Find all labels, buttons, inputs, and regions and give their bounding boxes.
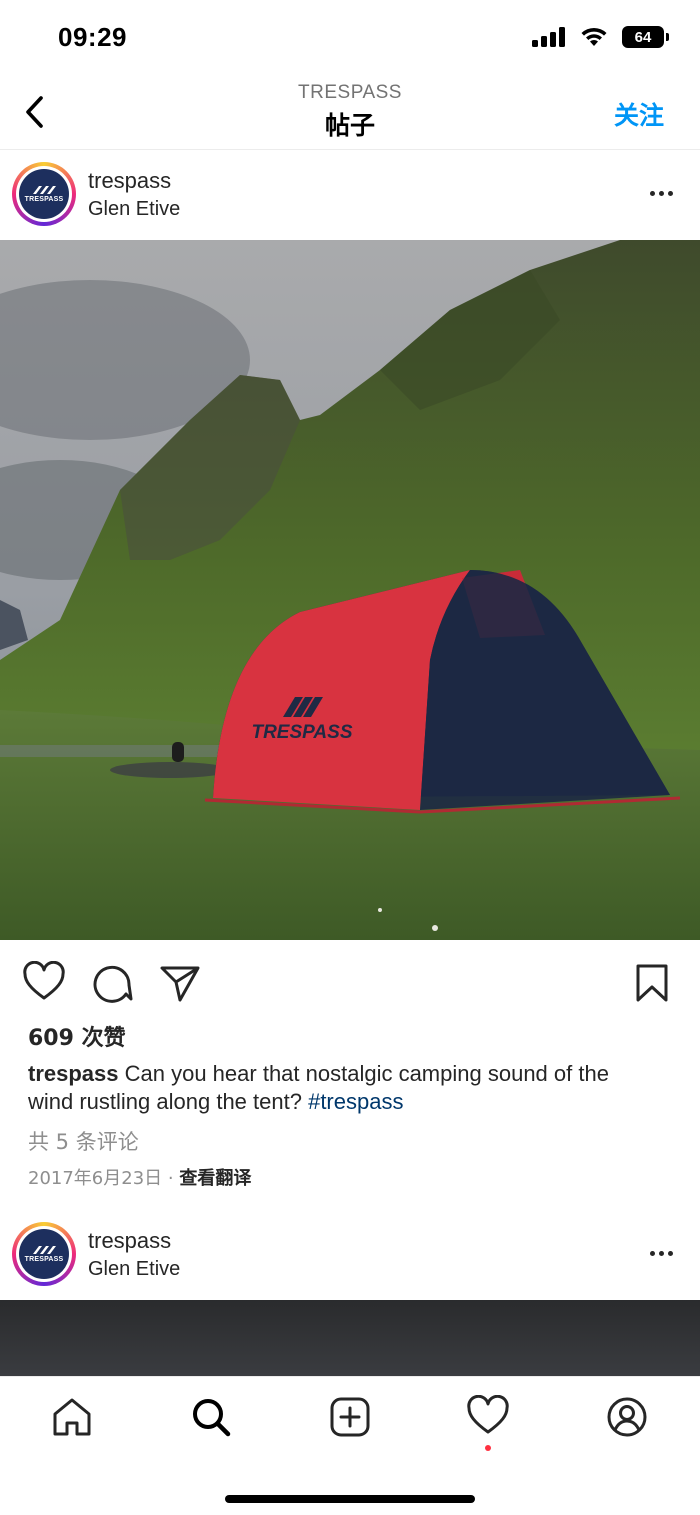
caption-hashtag[interactable]: #trespass (308, 1089, 403, 1114)
post-image[interactable]: TRESPASS (0, 240, 700, 940)
notification-dot (485, 1445, 491, 1451)
header-username: TRESPASS (298, 82, 402, 103)
meta-separator: · (162, 1168, 180, 1189)
more-options-icon[interactable] (650, 186, 674, 200)
search-icon[interactable] (189, 1395, 233, 1439)
like-heart-icon[interactable] (22, 961, 66, 1005)
view-comments-link[interactable]: 共 5 条评论 (28, 1126, 139, 1156)
activity-heart-icon[interactable] (466, 1395, 510, 1439)
status-bar: 09:29 64 (0, 0, 700, 76)
page-header: TRESPASS 帖子 关注 (0, 76, 700, 150)
avatar-text: TRESPASS (24, 1256, 64, 1263)
tent-brand-text: TRESPASS (251, 722, 352, 743)
caption-username[interactable]: trespass (28, 1061, 119, 1086)
bookmark-icon[interactable] (630, 961, 674, 1005)
post-meta: 2017年6月23日 · 查看翻译 (28, 1164, 251, 1190)
profile-icon[interactable] (605, 1395, 649, 1439)
wifi-icon (581, 27, 607, 46)
header-titles: TRESPASS 帖子 (0, 82, 700, 142)
post-date: 2017年6月23日 (28, 1168, 163, 1189)
see-translation-link[interactable]: 查看翻译 (179, 1168, 251, 1189)
avatar[interactable]: TRESPASS (12, 162, 76, 226)
trespass-logo-icon (33, 186, 56, 194)
next-post-header: TRESPASS trespass Glen Etive (0, 1210, 700, 1300)
page-title: 帖子 (324, 111, 375, 140)
post-header: TRESPASS trespass Glen Etive (0, 150, 700, 240)
post-username[interactable]: trespass (88, 168, 171, 194)
cellular-signal-icon (532, 27, 565, 47)
battery-level: 64 (634, 28, 652, 46)
more-options-icon[interactable] (650, 1246, 674, 1260)
next-post-image[interactable] (0, 1300, 700, 1376)
follow-button[interactable]: 关注 (614, 96, 664, 132)
battery-icon: 64 (622, 26, 669, 48)
avatar-text: TRESPASS (24, 196, 64, 203)
home-icon[interactable] (50, 1395, 94, 1439)
post-username[interactable]: trespass (88, 1228, 171, 1254)
home-indicator[interactable] (225, 1495, 475, 1503)
post-actions (0, 955, 700, 1011)
like-count[interactable]: 609 次赞 (28, 1020, 126, 1052)
tent-photo: TRESPASS (0, 240, 700, 940)
trespass-logo-icon (33, 1246, 56, 1254)
comment-icon[interactable] (90, 961, 134, 1005)
post-caption: trespass Can you hear that nostalgic cam… (28, 1060, 658, 1116)
status-time: 09:29 (58, 22, 127, 52)
post-location[interactable]: Glen Etive (88, 198, 180, 221)
bottom-tab-bar (0, 1376, 700, 1515)
status-icons: 64 (532, 26, 669, 48)
post-location[interactable]: Glen Etive (88, 1258, 180, 1281)
share-send-icon[interactable] (158, 961, 202, 1005)
create-post-icon[interactable] (328, 1395, 372, 1439)
avatar[interactable]: TRESPASS (12, 1222, 76, 1286)
